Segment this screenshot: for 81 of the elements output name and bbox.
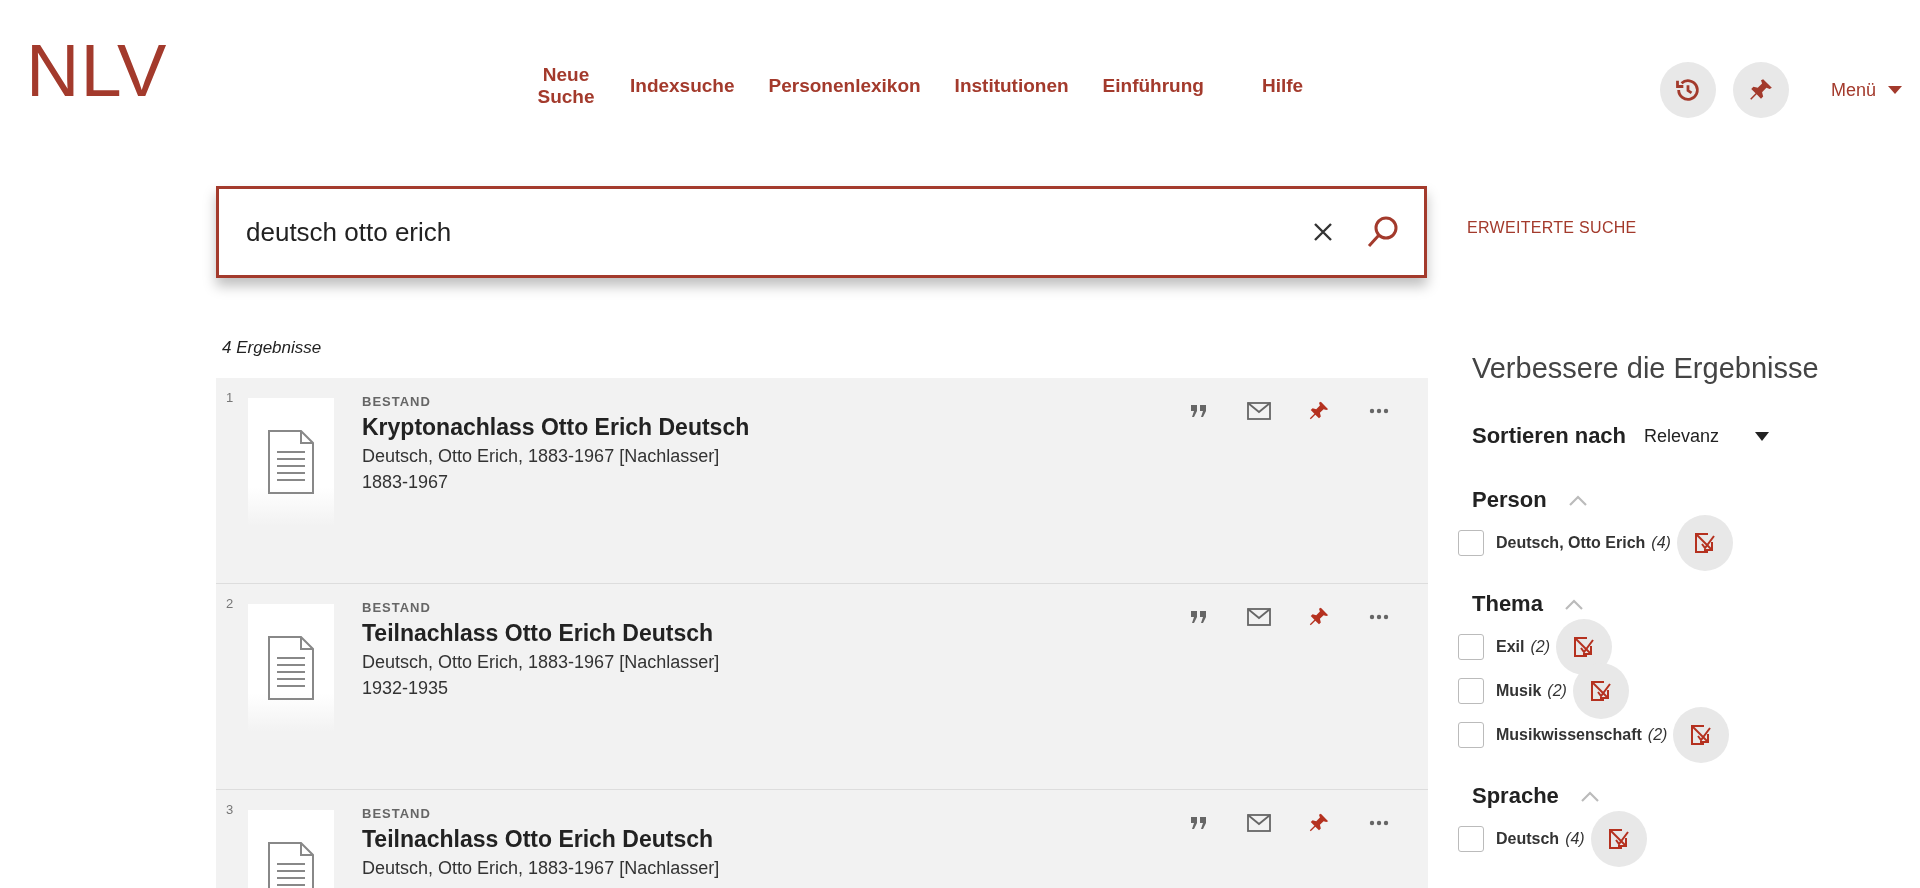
search-icon xyxy=(1366,215,1400,249)
logo[interactable]: NLV xyxy=(26,34,506,108)
document-icon xyxy=(268,430,314,494)
crossed-box-icon xyxy=(1573,636,1596,658)
caret-icon xyxy=(1888,85,1902,95)
result-author: Deutsch, Otto Erich, 1883-1967 [Nachlasser] xyxy=(362,858,720,879)
nav-link[interactable]: Neue Suche xyxy=(536,64,596,108)
record-type: BESTAND xyxy=(362,806,432,821)
more-icon xyxy=(1369,820,1389,826)
facet-checkbox[interactable] xyxy=(1458,722,1484,748)
result-date: 1932-1935 xyxy=(362,678,450,699)
facet-checkbox[interactable] xyxy=(1458,634,1484,660)
quote-icon xyxy=(1191,611,1207,623)
envelope-icon xyxy=(1247,814,1271,832)
result-date: 1883-1967 xyxy=(362,472,450,493)
nav-link[interactable]: Personenlexikon xyxy=(768,75,921,97)
facet-count: (2) xyxy=(1547,682,1567,700)
pin-icon xyxy=(1308,606,1330,628)
quote-icon xyxy=(1191,817,1207,829)
facet-label[interactable]: Exil xyxy=(1496,638,1525,656)
more-icon xyxy=(1369,614,1389,620)
chevron-icon xyxy=(1580,790,1599,802)
nav-link[interactable]: Hilfe xyxy=(1261,75,1304,97)
history-icon xyxy=(1673,76,1702,104)
envelope-icon xyxy=(1247,402,1271,420)
menu-button[interactable]: Menü xyxy=(1830,79,1902,101)
facet-group-title: Thema xyxy=(1472,591,1543,617)
result-card[interactable]: 2 BESTAND Teilnachlass Otto Erich Deutsch Deutsch, Otto Erich, 1883-1967 [Nachlasser] 1932-1935 xyxy=(216,584,1428,790)
facet-checkbox[interactable] xyxy=(1458,678,1484,704)
result-number: 1 xyxy=(226,390,234,405)
crossed-box-icon xyxy=(1607,828,1630,850)
result-card[interactable]: 1 BESTAND Kryptonachlass Otto Erich Deutsch Deutsch, Otto Erich, 1883-1967 [Nachlasser] 1883-1967 xyxy=(216,378,1428,584)
sort-dropdown[interactable]: Relevanz xyxy=(1644,425,1770,447)
facet-count: (2) xyxy=(1530,638,1551,656)
facets-heading: Verbessere die Ergebnisse xyxy=(1472,352,1820,385)
result-author: Deutsch, Otto Erich, 1883-1967 [Nachlasser] xyxy=(362,652,720,673)
caret-icon xyxy=(1755,431,1770,441)
pin-icon xyxy=(1308,812,1330,834)
search-bar[interactable]: deutsch otto erich xyxy=(216,186,1427,278)
result-title[interactable]: Kryptonachlass Otto Erich Deutsch xyxy=(362,414,750,441)
envelope-icon xyxy=(1247,608,1271,626)
result-author: Deutsch, Otto Erich, 1883-1967 [Nachlasser] xyxy=(362,446,721,467)
result-count: 4 Ergebnisse xyxy=(222,338,323,358)
collapse-toggle[interactable] xyxy=(1580,790,1599,802)
close-icon xyxy=(1312,221,1334,243)
facet-checkbox[interactable] xyxy=(1458,530,1484,556)
facet-group-title: Sprache xyxy=(1472,783,1559,809)
facet-label[interactable]: Deutsch xyxy=(1496,830,1560,848)
nav-link[interactable]: Institutionen xyxy=(954,75,1069,97)
facet-label[interactable]: Musikwissenschaft xyxy=(1496,726,1642,744)
result-number: 3 xyxy=(226,802,234,817)
advanced-search-link[interactable]: ERWEITERTE SUCHE xyxy=(1467,219,1637,237)
result-title[interactable]: Teilnachlass Otto Erich Deutsch xyxy=(362,620,720,647)
record-type: BESTAND xyxy=(362,600,432,615)
nav-link[interactable]: Einführung xyxy=(1102,75,1204,97)
facet-group-title: Person xyxy=(1472,487,1547,513)
facet-checkbox[interactable] xyxy=(1458,826,1484,852)
document-icon xyxy=(268,842,314,888)
more-icon xyxy=(1369,408,1389,414)
nav-link[interactable]: Indexsuche xyxy=(630,75,735,97)
facet-label[interactable]: Musik xyxy=(1496,682,1542,700)
facet-count: (4) xyxy=(1565,830,1585,848)
facet-label[interactable]: Deutsch, Otto Erich xyxy=(1496,534,1646,552)
crossed-box-icon xyxy=(1690,724,1713,746)
result-title[interactable]: Teilnachlass Otto Erich Deutsch xyxy=(362,826,720,853)
document-icon xyxy=(268,636,314,700)
collapse-toggle[interactable] xyxy=(1564,598,1583,610)
collapse-toggle[interactable] xyxy=(1568,494,1587,506)
quote-icon xyxy=(1191,405,1207,417)
sort-label: Sortieren nach xyxy=(1472,423,1627,449)
chevron-icon xyxy=(1568,494,1587,506)
facet-count: (4) xyxy=(1651,534,1671,552)
pin-icon xyxy=(1308,400,1330,422)
crossed-box-icon xyxy=(1589,680,1612,702)
crossed-box-icon xyxy=(1693,532,1716,554)
search-field[interactable]: deutsch otto erich xyxy=(219,189,1296,275)
facet-count: (2) xyxy=(1647,726,1668,744)
result-number: 2 xyxy=(226,596,234,611)
result-card[interactable]: 3 BESTAND Teilnachlass Otto Erich Deutsch Deutsch, Otto Erich, 1883-1967 [Nachlasser] xyxy=(216,790,1428,888)
record-type: BESTAND xyxy=(362,394,432,409)
chevron-icon xyxy=(1564,598,1583,610)
